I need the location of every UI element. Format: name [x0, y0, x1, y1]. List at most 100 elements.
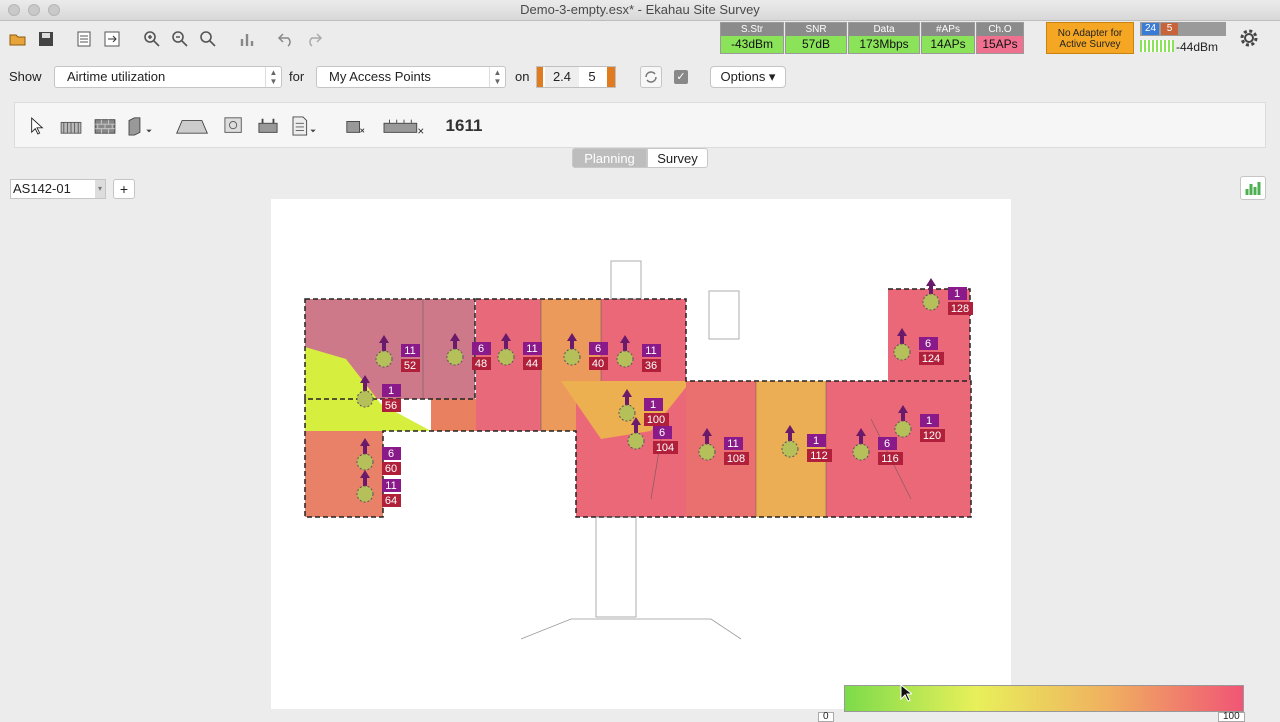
- ap-icon: [616, 350, 634, 368]
- ap-icon: [497, 348, 515, 366]
- band-2-4-toggle[interactable]: 2.4: [545, 67, 579, 87]
- capacity-planner-icon[interactable]: [380, 114, 428, 138]
- band-5-toggle[interactable]: 5: [581, 67, 603, 87]
- undo-icon[interactable]: [275, 28, 297, 50]
- ap-icon: [618, 404, 636, 422]
- access-point[interactable]: 1128: [922, 278, 973, 315]
- visualization-select-value: Airtime utilization: [67, 69, 166, 84]
- ap-number-label: 60: [385, 463, 397, 475]
- ap-filter-select[interactable]: My Access Points ▲ ▼: [316, 66, 506, 88]
- stat-label: Ch.O: [977, 23, 1023, 36]
- ap-channel-label: 6: [388, 448, 394, 460]
- ap-number-label: 108: [727, 453, 745, 465]
- ap-number-label: 56: [385, 400, 397, 412]
- select-arrows-icon: ▲ ▼: [489, 67, 505, 87]
- stat-label: SNR: [786, 23, 846, 36]
- ap-icon: [356, 390, 374, 408]
- ap-channel-label: 1: [954, 288, 960, 300]
- tab-planning[interactable]: Planning: [572, 148, 647, 168]
- ap-number-label: 52: [404, 360, 416, 372]
- ap-icon: [356, 485, 374, 503]
- floor-selector[interactable]: AS142-01 ▾: [10, 179, 106, 199]
- band-24-badge: 24: [1142, 23, 1159, 35]
- ap-channel-label: 1: [813, 435, 819, 447]
- select-arrows-icon: ▲ ▼: [265, 67, 281, 87]
- add-floor-button[interactable]: +: [113, 179, 135, 199]
- close-window-button[interactable]: [8, 4, 20, 16]
- ap-channel-label: 6: [478, 343, 484, 355]
- export-icon[interactable]: [101, 28, 123, 50]
- settings-gear-icon[interactable]: [1238, 27, 1260, 49]
- stat-snr: SNR 57dB: [785, 22, 847, 54]
- floor-name: AS142-01: [13, 181, 71, 196]
- ap-filter-select-value: My Access Points: [329, 69, 431, 84]
- band-5-badge: 5: [1161, 23, 1178, 35]
- ap-channel-label: 11: [404, 345, 415, 357]
- stat-value: 57dB: [786, 36, 846, 53]
- redo-icon[interactable]: [303, 28, 325, 50]
- statistics-icon[interactable]: [1240, 176, 1266, 200]
- zoom-window-button[interactable]: [48, 4, 60, 16]
- ap-channel-label: 11: [645, 345, 656, 357]
- stat-label: S.Str: [721, 23, 783, 36]
- heatmap-zone: [305, 431, 383, 517]
- access-point-icon[interactable]: [255, 114, 281, 138]
- chart-icon[interactable]: [236, 28, 258, 50]
- ap-icon: [852, 443, 870, 461]
- ap-channel-label: 1: [388, 385, 394, 397]
- signal-bars: [1140, 40, 1174, 52]
- ap-number-label: 48: [475, 358, 487, 370]
- ap-number-label: 36: [645, 360, 657, 372]
- ap-channel-label: 11: [385, 480, 396, 492]
- ap-channel-label: 1: [650, 399, 656, 411]
- stat-value: 173Mbps: [849, 36, 919, 53]
- mouse-cursor-icon: [900, 683, 914, 702]
- auto-planner-icon[interactable]: [342, 114, 368, 138]
- report-icon[interactable]: [73, 28, 95, 50]
- wall-tool-icon[interactable]: [58, 114, 84, 138]
- open-folder-icon[interactable]: [7, 28, 29, 50]
- attenuation-area-icon[interactable]: [126, 114, 152, 138]
- floor-plan-map: 115215664811446401136660116411006104 1110…: [304, 260, 973, 640]
- select-pointer-icon[interactable]: [24, 114, 50, 138]
- stat-value: 15APs: [977, 36, 1023, 53]
- ap-icon: [781, 440, 799, 458]
- minimize-window-button[interactable]: [28, 4, 40, 16]
- ap-channel-label: 6: [925, 338, 931, 350]
- stat-data-rate: Data 173Mbps: [848, 22, 920, 54]
- show-label: Show: [9, 69, 42, 84]
- floor-plan-canvas[interactable]: 11 52 1 56 6 48 11 44 6 40 11 36 6 60 11 64 1 100 6 104 11 10…: [271, 199, 1011, 709]
- channel-planner-icon[interactable]: 1611: [440, 114, 488, 138]
- ap-icon: [894, 420, 912, 438]
- heatmap-zone: [686, 381, 756, 517]
- zoom-fit-icon[interactable]: [197, 28, 219, 50]
- floor-area-icon[interactable]: [174, 114, 210, 138]
- ap-number-label: 44: [526, 358, 538, 370]
- band-selector[interactable]: 2.4 5: [536, 66, 616, 88]
- zoom-in-icon[interactable]: [141, 28, 163, 50]
- visualization-select[interactable]: Airtime utilization ▲ ▼: [54, 66, 282, 88]
- document-tool-icon[interactable]: [290, 114, 316, 138]
- refresh-icon[interactable]: [640, 66, 662, 88]
- heatmap-zone: [431, 399, 476, 431]
- save-icon[interactable]: [35, 28, 57, 50]
- window-title-bar: Demo-3-empty.esx* - Ekahau Site Survey: [0, 0, 1280, 21]
- window-title: Demo-3-empty.esx* - Ekahau Site Survey: [520, 2, 760, 17]
- options-button[interactable]: Options ▾: [710, 66, 786, 88]
- ap-channel-label: 1: [926, 415, 932, 427]
- tab-survey[interactable]: Survey: [647, 148, 708, 168]
- zoom-out-icon[interactable]: [169, 28, 191, 50]
- stat-value: -43dBm: [721, 36, 783, 53]
- legend-max-label: 100: [1218, 712, 1245, 722]
- adapter-status[interactable]: No Adapter for Active Survey: [1046, 22, 1134, 54]
- legend-min-label: 0: [818, 712, 834, 722]
- ap-icon: [893, 343, 911, 361]
- checkbox-checked-icon[interactable]: ✓: [674, 70, 688, 84]
- adapter-status-text: No Adapter for Active Survey: [1057, 28, 1123, 50]
- ap-icon: [375, 350, 393, 368]
- signal-value: -44dBm: [1176, 40, 1219, 54]
- stat-label: Data: [849, 23, 919, 36]
- ap-number-label: 40: [592, 358, 604, 370]
- map-note-icon[interactable]: [221, 114, 247, 138]
- brick-wall-icon[interactable]: [92, 114, 118, 138]
